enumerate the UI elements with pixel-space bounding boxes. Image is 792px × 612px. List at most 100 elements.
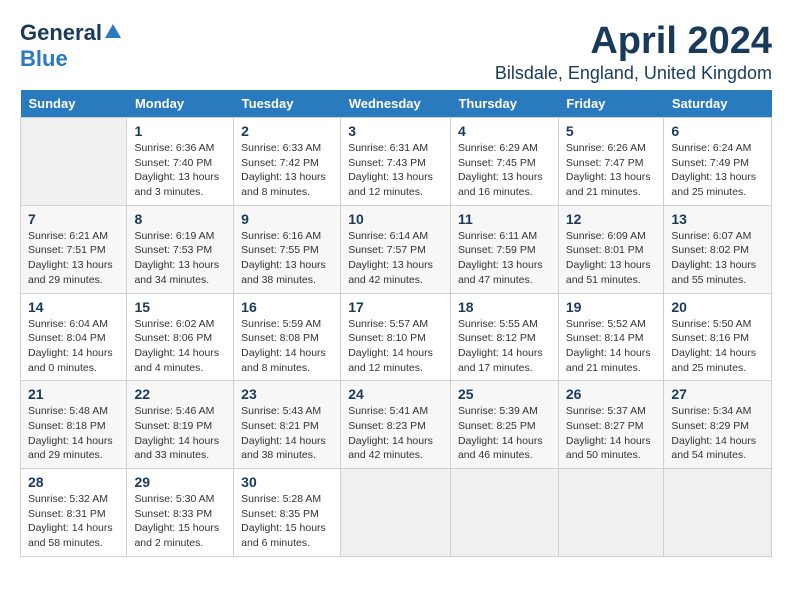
day-number: 6 xyxy=(671,123,764,139)
day-info: Sunrise: 6:21 AM Sunset: 7:51 PM Dayligh… xyxy=(28,229,119,288)
calendar-cell: 11Sunrise: 6:11 AM Sunset: 7:59 PM Dayli… xyxy=(450,205,558,293)
logo: General Blue xyxy=(20,20,122,72)
title-block: April 2024 Bilsdale, England, United Kin… xyxy=(495,20,772,84)
day-number: 22 xyxy=(134,386,226,402)
calendar-cell: 30Sunrise: 5:28 AM Sunset: 8:35 PM Dayli… xyxy=(234,469,341,557)
day-info: Sunrise: 5:46 AM Sunset: 8:19 PM Dayligh… xyxy=(134,404,226,463)
calendar-cell: 14 Sunrise: 6:04 AM Sunset: 8:04 PM Dayli… xyxy=(21,293,127,381)
calendar-week-3: 14 Sunrise: 6:04 AM Sunset: 8:04 PM Dayli… xyxy=(21,293,772,381)
header-monday: Monday xyxy=(127,90,234,118)
day-info: Sunrise: 5:59 AM Sunset: 8:08 PM Dayligh… xyxy=(241,317,333,376)
day-number: 19 xyxy=(566,299,657,315)
calendar-cell: 25 Sunrise: 5:39 AM Sunset: 8:25 PM Dayli… xyxy=(450,381,558,469)
calendar-cell: 12 Sunrise: 6:09 AM Sunset: 8:01 PM Dayli… xyxy=(558,205,664,293)
logo-general: General xyxy=(20,20,102,46)
day-number: 18 xyxy=(458,299,551,315)
calendar-cell: 13 Sunrise: 6:07 AM Sunset: 8:02 PM Dayli… xyxy=(664,205,772,293)
calendar-cell: 28 Sunrise: 5:32 AM Sunset: 8:31 PM Dayli… xyxy=(21,469,127,557)
calendar-week-1: 1 Sunrise: 6:36 AM Sunset: 7:40 PM Daylig… xyxy=(21,118,772,206)
day-number: 25 xyxy=(458,386,551,402)
calendar-cell: 6 Sunrise: 6:24 AM Sunset: 7:49 PM Daylig… xyxy=(664,118,772,206)
day-number: 29 xyxy=(134,474,226,490)
day-number: 20 xyxy=(671,299,764,315)
calendar-week-5: 28 Sunrise: 5:32 AM Sunset: 8:31 PM Dayli… xyxy=(21,469,772,557)
calendar-cell: 15 Sunrise: 6:02 AM Sunset: 8:06 PM Dayli… xyxy=(127,293,234,381)
day-info: Sunrise: 5:39 AM Sunset: 8:25 PM Dayligh… xyxy=(458,404,551,463)
day-info: Sunrise: 6:26 AM Sunset: 7:47 PM Dayligh… xyxy=(566,141,657,200)
header-wednesday: Wednesday xyxy=(341,90,451,118)
calendar-table: SundayMondayTuesdayWednesdayThursdayFrid… xyxy=(20,90,772,557)
day-number: 30 xyxy=(241,474,333,490)
day-number: 10 xyxy=(348,211,443,227)
location-title: Bilsdale, England, United Kingdom xyxy=(495,63,772,84)
calendar-cell xyxy=(558,469,664,557)
day-info: Sunrise: 6:04 AM Sunset: 8:04 PM Dayligh… xyxy=(28,317,119,376)
day-info: Sunrise: 6:29 AM Sunset: 7:45 PM Dayligh… xyxy=(458,141,551,200)
day-info: Sunrise: 6:31 AM Sunset: 7:43 PM Dayligh… xyxy=(348,141,443,200)
calendar-cell: 16 Sunrise: 5:59 AM Sunset: 8:08 PM Dayli… xyxy=(234,293,341,381)
day-number: 26 xyxy=(566,386,657,402)
day-info: Sunrise: 6:19 AM Sunset: 7:53 PM Dayligh… xyxy=(134,229,226,288)
day-info: Sunrise: 6:02 AM Sunset: 8:06 PM Dayligh… xyxy=(134,317,226,376)
day-info: Sunrise: 6:09 AM Sunset: 8:01 PM Dayligh… xyxy=(566,229,657,288)
day-number: 2 xyxy=(241,123,333,139)
header-tuesday: Tuesday xyxy=(234,90,341,118)
calendar-cell: 9Sunrise: 6:16 AM Sunset: 7:55 PM Daylig… xyxy=(234,205,341,293)
day-info: Sunrise: 6:16 AM Sunset: 7:55 PM Dayligh… xyxy=(241,229,333,288)
calendar-cell: 10 Sunrise: 6:14 AM Sunset: 7:57 PM Dayli… xyxy=(341,205,451,293)
calendar-cell xyxy=(664,469,772,557)
day-info: Sunrise: 6:07 AM Sunset: 8:02 PM Dayligh… xyxy=(671,229,764,288)
day-info: Sunrise: 6:11 AM Sunset: 7:59 PM Dayligh… xyxy=(458,229,551,288)
day-info: Sunrise: 6:24 AM Sunset: 7:49 PM Dayligh… xyxy=(671,141,764,200)
calendar-cell: 20Sunrise: 5:50 AM Sunset: 8:16 PM Dayli… xyxy=(664,293,772,381)
day-number: 28 xyxy=(28,474,119,490)
calendar-cell: 5Sunrise: 6:26 AM Sunset: 7:47 PM Daylig… xyxy=(558,118,664,206)
calendar-cell: 2Sunrise: 6:33 AM Sunset: 7:42 PM Daylig… xyxy=(234,118,341,206)
calendar-cell: 7 Sunrise: 6:21 AM Sunset: 7:51 PM Daylig… xyxy=(21,205,127,293)
calendar-cell xyxy=(450,469,558,557)
day-number: 4 xyxy=(458,123,551,139)
calendar-cell: 23 Sunrise: 5:43 AM Sunset: 8:21 PM Dayli… xyxy=(234,381,341,469)
day-number: 21 xyxy=(28,386,119,402)
day-info: Sunrise: 5:32 AM Sunset: 8:31 PM Dayligh… xyxy=(28,492,119,551)
day-info: Sunrise: 5:41 AM Sunset: 8:23 PM Dayligh… xyxy=(348,404,443,463)
day-number: 16 xyxy=(241,299,333,315)
day-number: 7 xyxy=(28,211,119,227)
calendar-cell: 27Sunrise: 5:34 AM Sunset: 8:29 PM Dayli… xyxy=(664,381,772,469)
day-info: Sunrise: 6:14 AM Sunset: 7:57 PM Dayligh… xyxy=(348,229,443,288)
day-number: 24 xyxy=(348,386,443,402)
day-info: Sunrise: 5:37 AM Sunset: 8:27 PM Dayligh… xyxy=(566,404,657,463)
logo-icon xyxy=(104,22,122,40)
day-number: 8 xyxy=(134,211,226,227)
day-info: Sunrise: 5:52 AM Sunset: 8:14 PM Dayligh… xyxy=(566,317,657,376)
calendar-cell: 22 Sunrise: 5:46 AM Sunset: 8:19 PM Dayli… xyxy=(127,381,234,469)
day-number: 23 xyxy=(241,386,333,402)
day-number: 13 xyxy=(671,211,764,227)
day-info: Sunrise: 5:48 AM Sunset: 8:18 PM Dayligh… xyxy=(28,404,119,463)
day-info: Sunrise: 5:30 AM Sunset: 8:33 PM Dayligh… xyxy=(134,492,226,551)
day-number: 3 xyxy=(348,123,443,139)
calendar-cell: 17Sunrise: 5:57 AM Sunset: 8:10 PM Dayli… xyxy=(341,293,451,381)
month-title: April 2024 xyxy=(495,20,772,63)
calendar-cell: 21 Sunrise: 5:48 AM Sunset: 8:18 PM Dayli… xyxy=(21,381,127,469)
calendar-cell: 8 Sunrise: 6:19 AM Sunset: 7:53 PM Daylig… xyxy=(127,205,234,293)
day-number: 12 xyxy=(566,211,657,227)
day-info: Sunrise: 6:36 AM Sunset: 7:40 PM Dayligh… xyxy=(134,141,226,200)
calendar-week-2: 7 Sunrise: 6:21 AM Sunset: 7:51 PM Daylig… xyxy=(21,205,772,293)
calendar-cell: 4 Sunrise: 6:29 AM Sunset: 7:45 PM Daylig… xyxy=(450,118,558,206)
day-number: 15 xyxy=(134,299,226,315)
header-saturday: Saturday xyxy=(664,90,772,118)
day-number: 27 xyxy=(671,386,764,402)
day-number: 1 xyxy=(134,123,226,139)
calendar-week-4: 21 Sunrise: 5:48 AM Sunset: 8:18 PM Dayli… xyxy=(21,381,772,469)
calendar-cell: 1 Sunrise: 6:36 AM Sunset: 7:40 PM Daylig… xyxy=(127,118,234,206)
day-number: 14 xyxy=(28,299,119,315)
calendar-header-row: SundayMondayTuesdayWednesdayThursdayFrid… xyxy=(21,90,772,118)
day-info: Sunrise: 5:57 AM Sunset: 8:10 PM Dayligh… xyxy=(348,317,443,376)
day-info: Sunrise: 5:43 AM Sunset: 8:21 PM Dayligh… xyxy=(241,404,333,463)
calendar-cell: 24 Sunrise: 5:41 AM Sunset: 8:23 PM Dayli… xyxy=(341,381,451,469)
calendar-cell: 19 Sunrise: 5:52 AM Sunset: 8:14 PM Dayli… xyxy=(558,293,664,381)
header-sunday: Sunday xyxy=(21,90,127,118)
logo-blue: Blue xyxy=(20,46,68,72)
calendar-cell xyxy=(341,469,451,557)
